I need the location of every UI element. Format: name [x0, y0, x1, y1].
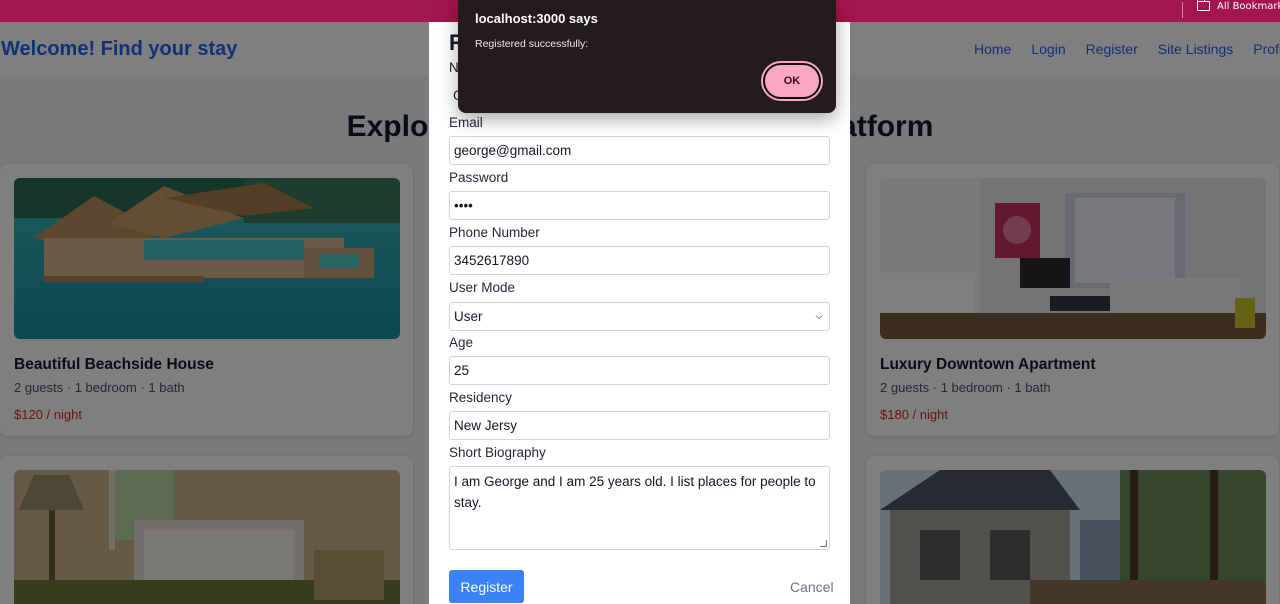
user-mode-select[interactable]: User ⌵ [449, 302, 830, 331]
alert-message: Registered successfully: [475, 38, 589, 50]
register-button[interactable]: Register [449, 570, 524, 603]
bio-textarea[interactable]: I am George and I am 25 years old. I lis… [449, 466, 830, 550]
age-label: Age [449, 335, 474, 350]
folder-icon [1197, 0, 1210, 11]
phone-label: Phone Number [449, 225, 540, 240]
resize-handle-icon[interactable] [820, 540, 827, 547]
bookmarks-divider [1182, 2, 1183, 18]
residency-label: Residency [449, 390, 513, 405]
all-bookmarks-button[interactable]: All Bookmarks [1197, 0, 1280, 12]
user-mode-value: User [454, 309, 483, 324]
user-mode-label: User Mode [449, 280, 516, 295]
cancel-button[interactable]: Cancel [790, 579, 834, 595]
chevron-down-icon: ⌵ [815, 311, 823, 322]
email-label: Email [449, 115, 483, 130]
password-label: Password [449, 170, 509, 185]
phone-field[interactable]: 3452617890 [449, 246, 830, 275]
ok-button[interactable]: OK [763, 63, 821, 99]
all-bookmarks-label: All Bookmarks [1217, 0, 1280, 12]
residency-field[interactable]: New Jersy [449, 411, 830, 440]
bio-text: I am George and I am 25 years old. I lis… [454, 474, 816, 510]
bio-label: Short Biography [449, 445, 546, 460]
email-field[interactable]: george@gmail.com [449, 136, 830, 165]
alert-title: localhost:3000 says [475, 11, 598, 26]
password-field[interactable]: •••• [449, 191, 830, 220]
alert-dialog: localhost:3000 says Registered successfu… [458, 0, 836, 113]
age-field[interactable]: 25 [449, 356, 830, 385]
